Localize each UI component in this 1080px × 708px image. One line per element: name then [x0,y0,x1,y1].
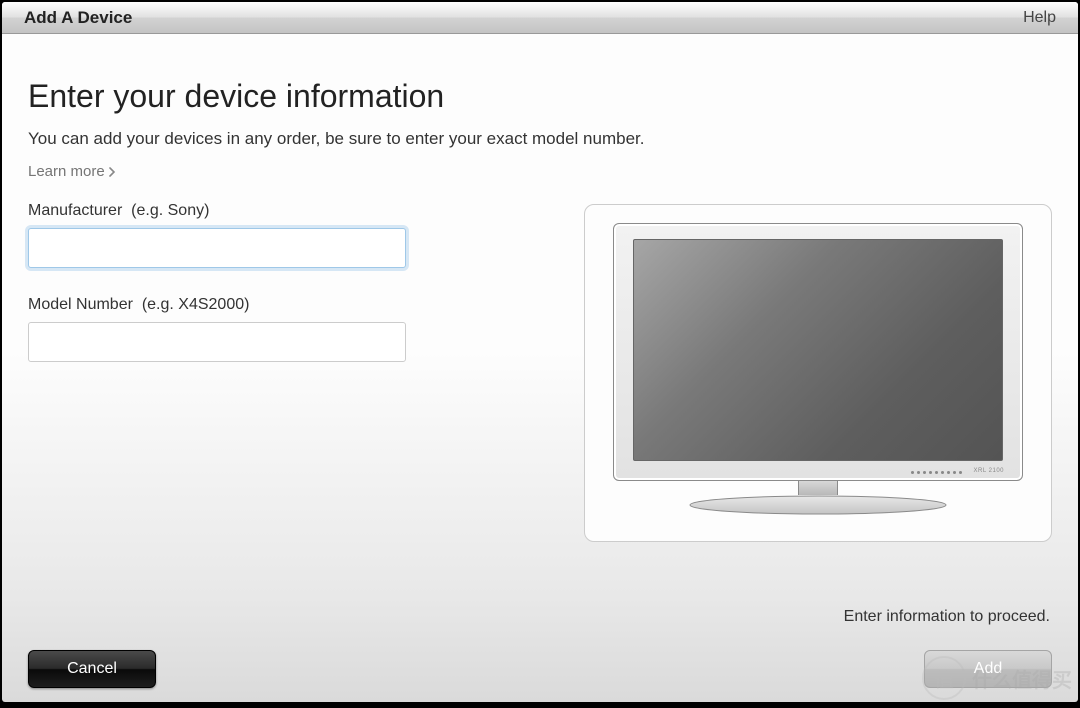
learn-more-label: Learn more [28,163,105,180]
tv-icon: XRL 2100 [613,223,1023,523]
manufacturer-hint: (e.g. Sony) [131,202,209,219]
learn-more-link[interactable]: Learn more [28,163,116,180]
content-area: Enter your device information You can ad… [2,34,1078,702]
help-link[interactable]: Help [1023,9,1056,27]
manufacturer-group: Manufacturer (e.g. Sony) [28,202,408,268]
model-hint: (e.g. X4S2000) [142,296,250,313]
footer-bar: Cancel Add [2,650,1078,688]
tv-screen [633,239,1003,461]
page-subtext: You can add your devices in any order, b… [28,129,1052,149]
page-heading: Enter your device information [28,78,1052,115]
proceed-hint: Enter information to proceed. [844,608,1050,626]
model-label: Model Number (e.g. X4S2000) [28,296,408,314]
manufacturer-input[interactable] [28,228,406,268]
tv-leds [911,471,962,474]
tv-model-label: XRL 2100 [974,468,1004,474]
fields-column: Manufacturer (e.g. Sony) Model Number (e… [28,202,408,390]
dialog-window: Add A Device Help Enter your device info… [2,2,1078,702]
model-label-text: Model Number [28,296,133,313]
model-group: Model Number (e.g. X4S2000) [28,296,408,362]
window-title: Add A Device [24,8,1023,28]
tv-base [688,493,948,515]
titlebar: Add A Device Help [2,2,1078,34]
cancel-button[interactable]: Cancel [28,650,156,688]
device-preview-panel: XRL 2100 [584,204,1052,542]
manufacturer-label-text: Manufacturer [28,202,122,219]
manufacturer-label: Manufacturer (e.g. Sony) [28,202,408,220]
chevron-right-icon [109,164,116,180]
add-button[interactable]: Add [924,650,1052,688]
model-input[interactable] [28,322,406,362]
